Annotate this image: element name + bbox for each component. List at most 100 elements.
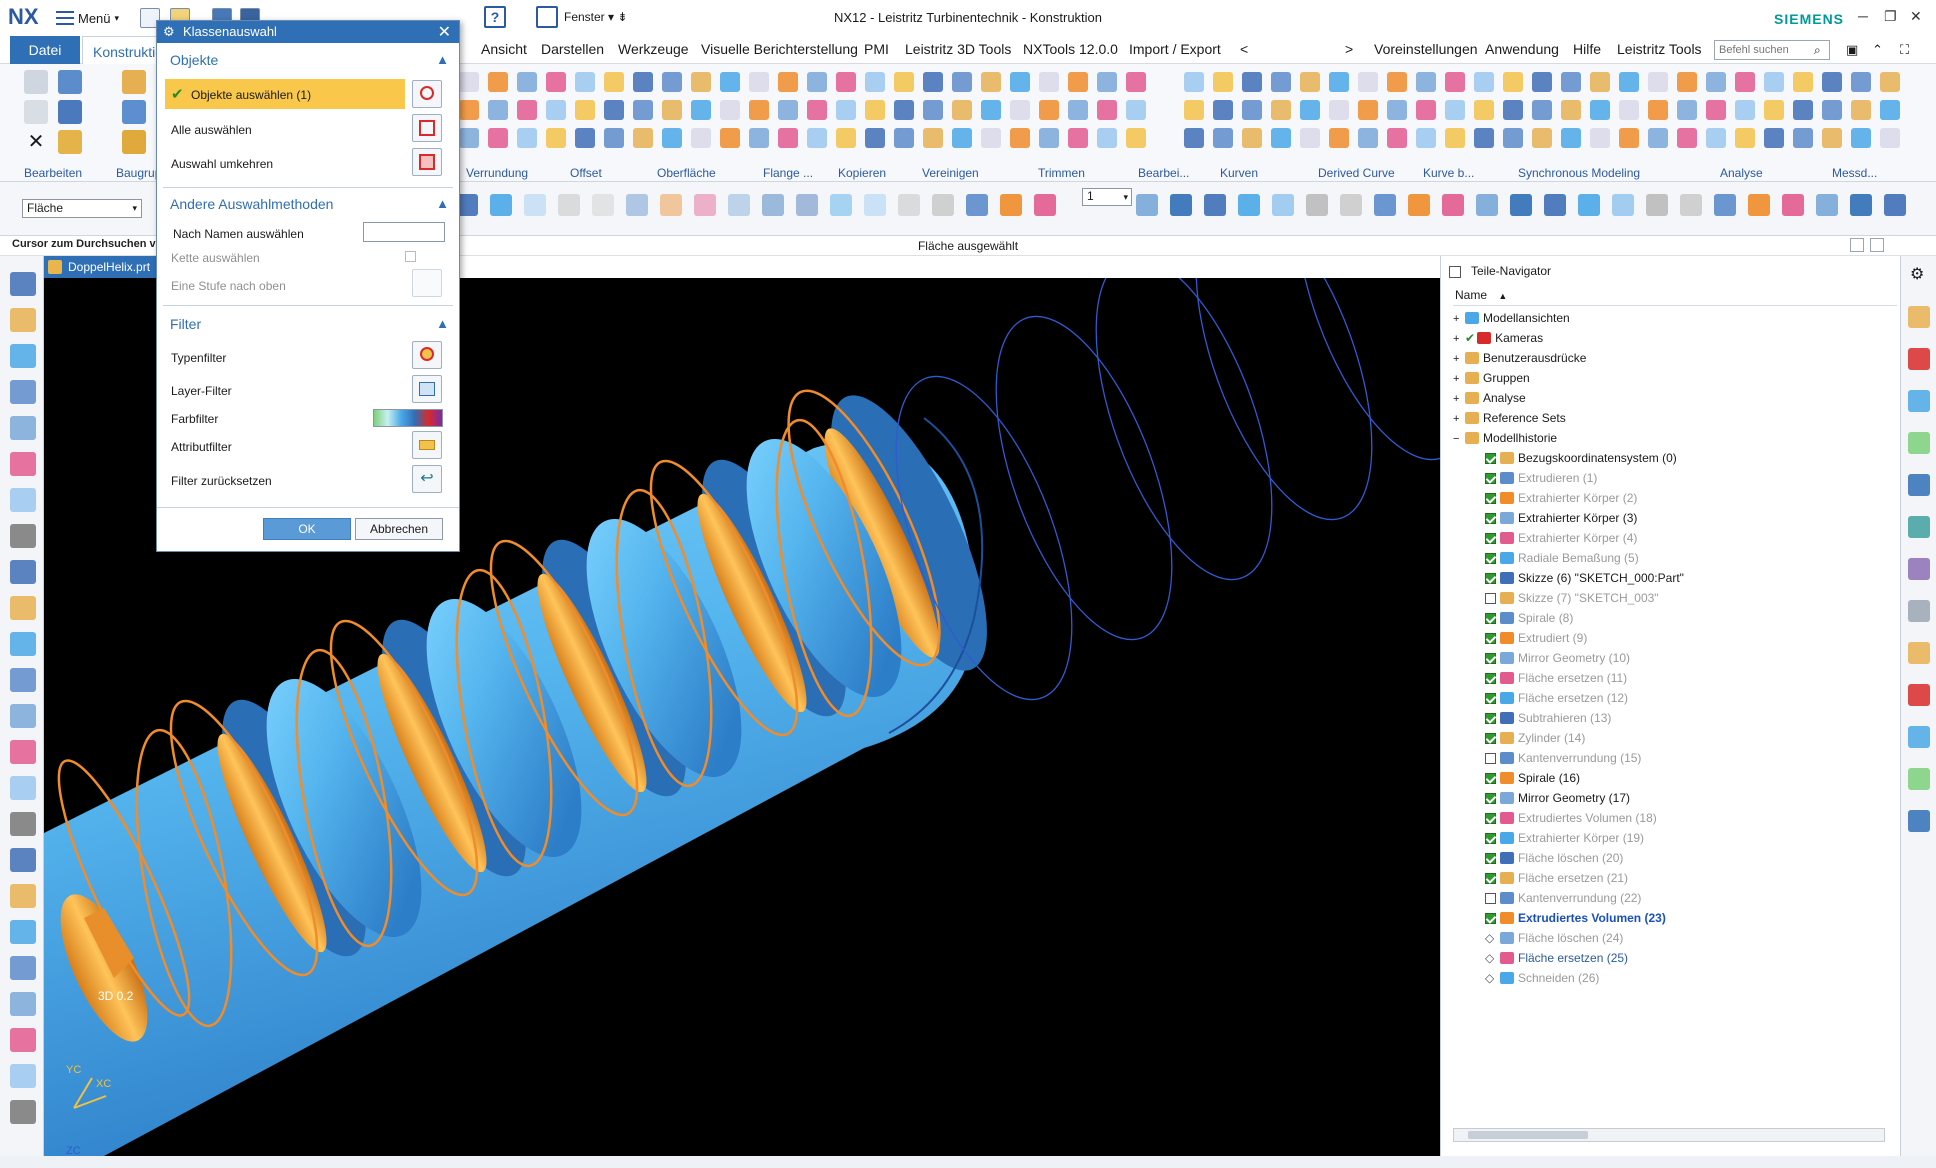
selection-tool-icon[interactable] [1340, 194, 1362, 216]
left-tool-icon[interactable] [10, 668, 36, 692]
tab-hilfe[interactable]: Hilfe [1573, 41, 1601, 57]
color-filter-swatch[interactable] [373, 409, 443, 427]
blend-icon[interactable] [1068, 128, 1088, 148]
sync-icon[interactable] [1735, 72, 1755, 92]
feature-checkbox[interactable] [1485, 673, 1496, 684]
curve-icon[interactable] [691, 128, 711, 148]
blend-icon[interactable] [865, 100, 885, 120]
select-by-name-input[interactable] [363, 222, 445, 242]
history-feature[interactable]: Bezugskoordinatensystem (0) [1485, 448, 1677, 468]
tab-ansicht[interactable]: Ansicht [481, 41, 527, 57]
selection-tool-icon[interactable] [1646, 194, 1668, 216]
history-feature[interactable]: ◇ Fläche ersetzen (25) [1485, 948, 1628, 968]
surface-icon[interactable] [836, 100, 856, 120]
left-tool-icon[interactable] [10, 812, 36, 836]
selection-tool-icon[interactable] [1748, 194, 1770, 216]
history-feature[interactable]: Kantenverrundung (15) [1485, 748, 1641, 768]
curve-icon[interactable] [923, 128, 943, 148]
resource-tab-icon[interactable] [1908, 726, 1930, 748]
delete-icon[interactable]: ✕ [24, 130, 48, 154]
analysis-icon[interactable] [1300, 72, 1320, 92]
trim-icon[interactable] [1648, 100, 1668, 120]
tab-scroll-right[interactable]: > [1345, 41, 1353, 57]
search-icon[interactable]: ⌕ [1814, 43, 1821, 58]
offset-icon[interactable] [1880, 72, 1900, 92]
offset-icon[interactable] [691, 72, 711, 92]
selection-tool-icon[interactable] [660, 194, 682, 216]
resource-tab-icon[interactable] [1908, 600, 1930, 622]
curve-icon[interactable] [1445, 100, 1465, 120]
ok-button[interactable]: OK [263, 518, 351, 540]
tree-node[interactable]: + Benutzerausdrücke [1453, 348, 1586, 368]
surface-icon[interactable] [1358, 72, 1378, 92]
crosshair-select-button[interactable] [412, 80, 442, 108]
trim-icon[interactable] [1184, 100, 1204, 120]
resource-tab-icon[interactable] [1908, 474, 1930, 496]
surface-icon[interactable] [1039, 128, 1059, 148]
blend-icon[interactable] [1329, 128, 1349, 148]
selection-tool-icon[interactable] [1238, 194, 1260, 216]
selection-tool-icon[interactable] [626, 194, 648, 216]
feature-checkbox[interactable] [1485, 613, 1496, 624]
history-feature[interactable]: Spirale (8) [1485, 608, 1573, 628]
feature-icon[interactable] [778, 128, 798, 148]
history-feature[interactable]: Fläche ersetzen (21) [1485, 868, 1628, 888]
selection-tool-icon[interactable] [1714, 194, 1736, 216]
selection-tool-icon[interactable] [1680, 194, 1702, 216]
restore-icon[interactable]: ❐ [1884, 8, 1897, 25]
blend-icon[interactable] [604, 128, 624, 148]
tab-konstruktion[interactable]: Konstruktic [82, 36, 162, 64]
feature-checkbox[interactable] [1485, 773, 1496, 784]
trim-icon[interactable] [720, 72, 740, 92]
analysis-icon[interactable] [807, 72, 827, 92]
feature-icon[interactable] [575, 100, 595, 120]
offset-icon[interactable] [1184, 72, 1204, 92]
blend-icon[interactable] [1097, 100, 1117, 120]
trim-icon[interactable] [488, 72, 508, 92]
trim-icon[interactable] [894, 128, 914, 148]
layer-select[interactable]: 1 ▾ [1082, 188, 1132, 206]
selection-tool-icon[interactable] [762, 194, 784, 216]
offset-icon[interactable] [1590, 128, 1610, 148]
left-tool-icon[interactable] [10, 524, 36, 548]
sync-icon[interactable] [488, 128, 508, 148]
left-tool-icon[interactable] [10, 560, 36, 584]
left-tool-icon[interactable] [10, 452, 36, 476]
left-tool-icon[interactable] [10, 884, 36, 908]
offset-icon[interactable] [1851, 100, 1871, 120]
analysis-icon[interactable] [749, 128, 769, 148]
offset-icon[interactable] [1619, 100, 1639, 120]
feature-checkbox[interactable]: ◇ [1485, 948, 1500, 968]
feature-checkbox[interactable] [1485, 713, 1496, 724]
history-feature[interactable]: Fläche löschen (20) [1485, 848, 1623, 868]
history-feature[interactable]: Fläche ersetzen (11) [1485, 668, 1627, 688]
close-window-icon[interactable]: ✕ [1910, 8, 1922, 25]
left-tool-icon[interactable] [10, 848, 36, 872]
collapse-ribbon-icon[interactable]: ⌃ [1872, 42, 1883, 58]
invert-selection-label[interactable]: Auswahl umkehren [171, 157, 273, 171]
feature-checkbox[interactable] [1485, 913, 1496, 924]
feature-icon[interactable] [807, 100, 827, 120]
resource-tab-icon[interactable] [1908, 306, 1930, 328]
history-feature[interactable]: ◇ Fläche löschen (24) [1485, 928, 1623, 948]
surface-icon[interactable] [575, 128, 595, 148]
resource-tab-icon[interactable] [1908, 642, 1930, 664]
left-tool-icon[interactable] [10, 596, 36, 620]
curve-icon[interactable] [1648, 128, 1668, 148]
feature-checkbox[interactable]: ◇ [1485, 968, 1500, 988]
feature-checkbox[interactable] [1485, 553, 1496, 564]
blend-icon[interactable] [836, 128, 856, 148]
curve-icon[interactable] [1880, 128, 1900, 148]
sync-icon[interactable] [1445, 128, 1465, 148]
section-objekte[interactable]: Objekte ▲ [157, 47, 459, 73]
feature-checkbox[interactable] [1485, 853, 1496, 864]
reset-filter-button[interactable]: ↩ [412, 465, 442, 493]
resource-tab-icon[interactable] [1908, 348, 1930, 370]
selection-tool-icon[interactable] [1884, 194, 1906, 216]
analysis-icon[interactable] [546, 100, 566, 120]
blend-icon[interactable] [1851, 72, 1871, 92]
curve-icon[interactable] [1416, 128, 1436, 148]
left-tool-icon[interactable] [10, 344, 36, 368]
expand-icon[interactable]: + [1453, 409, 1465, 429]
sync-icon[interactable] [778, 72, 798, 92]
